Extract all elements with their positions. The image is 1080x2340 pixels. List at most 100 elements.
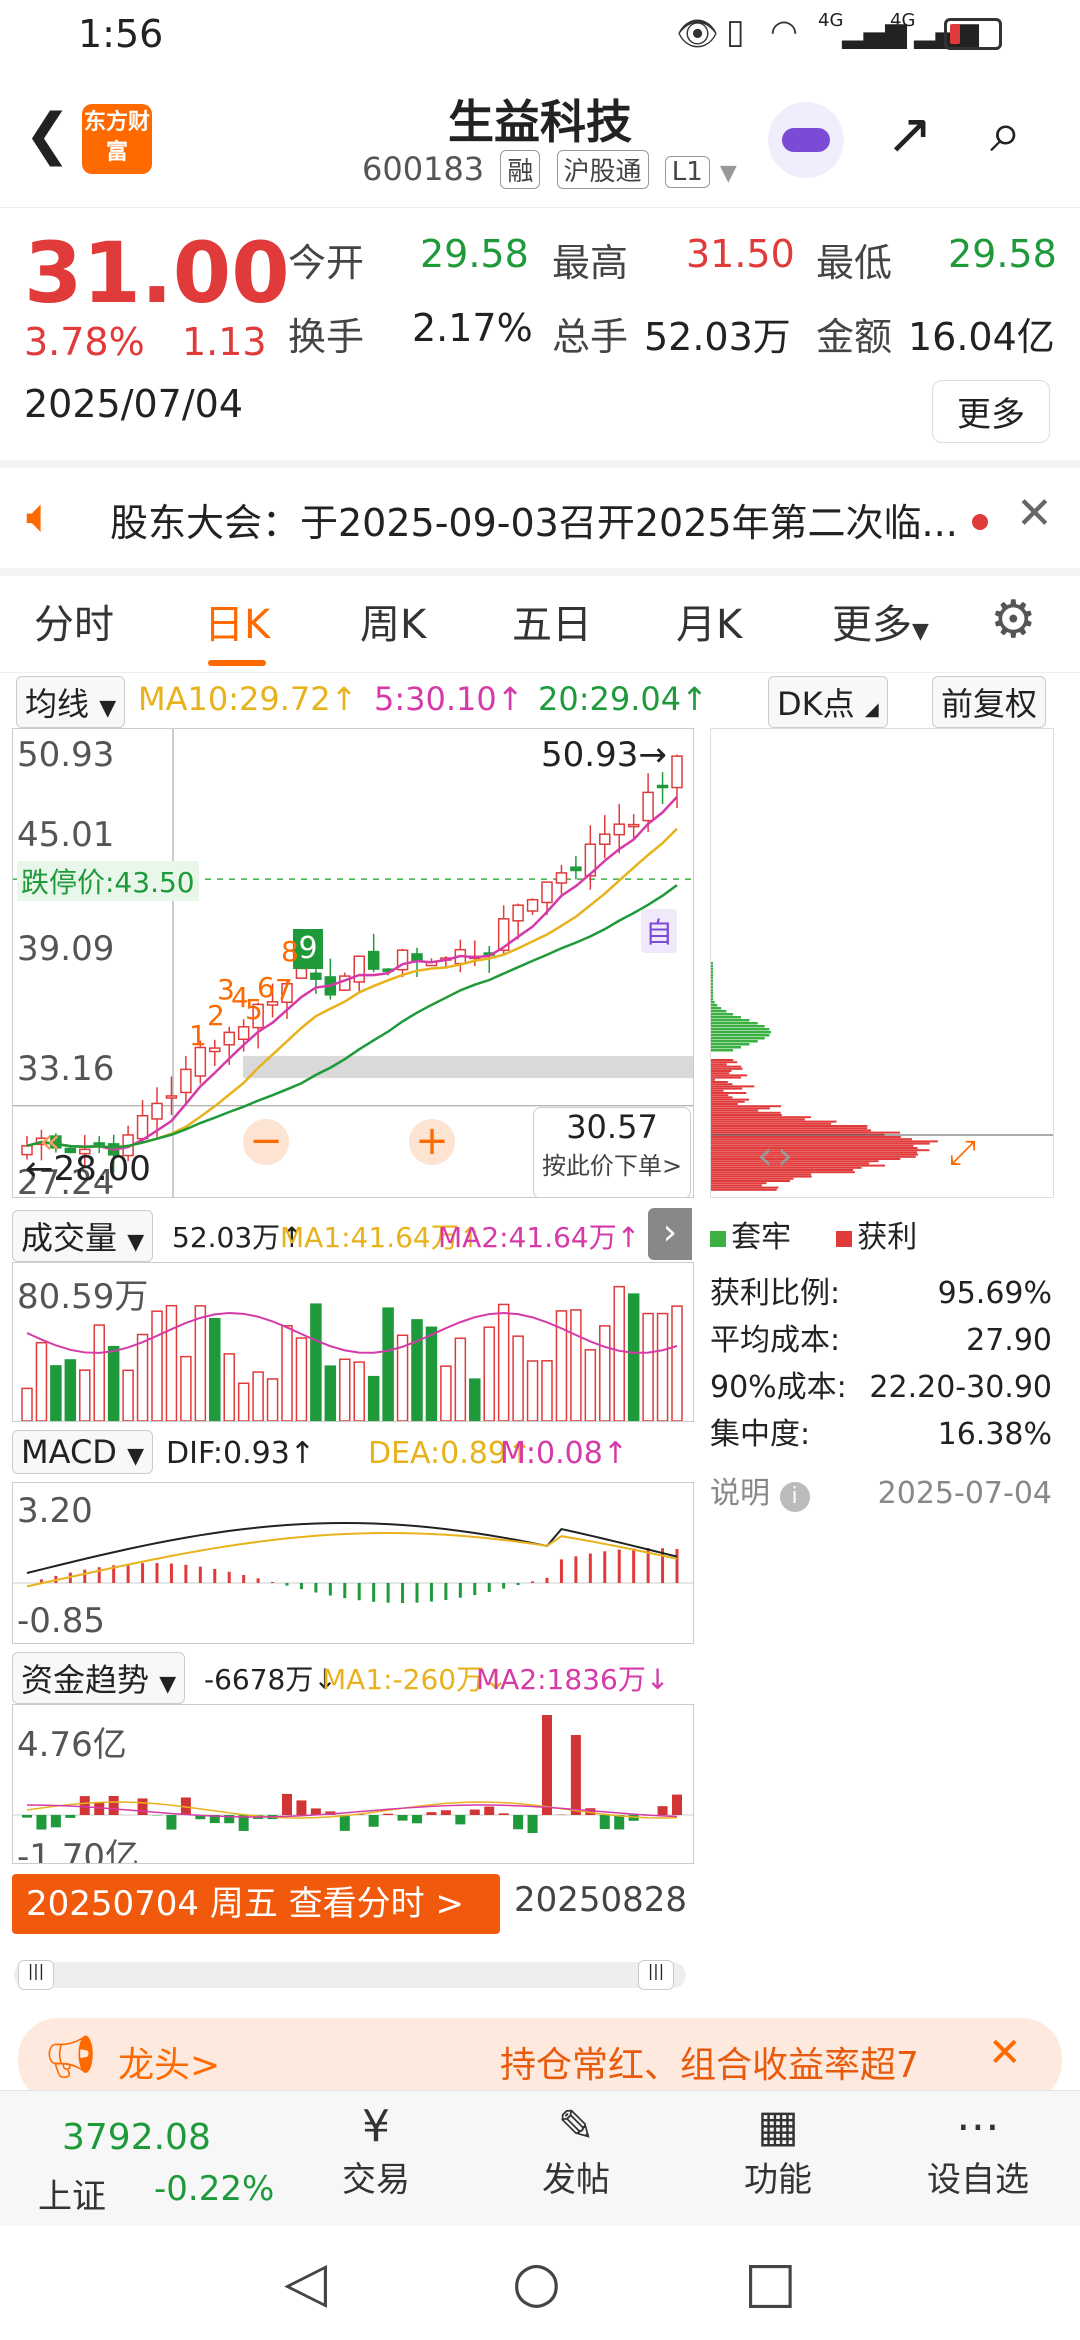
chip-bar-profit [711, 1116, 811, 1119]
volume-selector-caret-icon: ▼ [127, 1230, 145, 1255]
tab-intraday[interactable]: 分时 [34, 592, 114, 650]
chip-bar-profit [711, 1151, 917, 1154]
close-icon[interactable]: ✕ [1016, 488, 1053, 539]
macd-chart[interactable]: 3.20 -0.85 [12, 1482, 694, 1644]
adjust-button[interactable]: 前复权 [932, 676, 1047, 728]
fund-selector[interactable]: 资金趋势 ▼ [12, 1652, 186, 1704]
banner-right-text[interactable]: 持仓常红、组合收益率超7 [500, 2036, 919, 2088]
zoom-in-icon[interactable]: + [409, 1119, 455, 1165]
range-handle-right[interactable]: ||| [638, 1960, 674, 1990]
candle-body [570, 866, 582, 872]
ma-selector-caret-icon: ▼ [99, 696, 117, 721]
crosshair-order-box[interactable]: 30.57 按此价下单> [533, 1107, 691, 1197]
search-icon[interactable]: ⌕ [990, 100, 1021, 166]
nav-trade[interactable]: ¥ 交易 [316, 2101, 436, 2201]
volume-selector[interactable]: 成交量 ▼ [12, 1210, 154, 1262]
chip-bar-trapped [711, 971, 713, 974]
nav-post[interactable]: ✎ 发帖 [516, 2101, 636, 2201]
chip-bar-profit [711, 1186, 779, 1189]
nav-add-watchlist[interactable]: ⋯ 设自选 [918, 2101, 1038, 2201]
chip-bar-trapped [711, 983, 713, 986]
chip-bar-trapped [711, 1037, 765, 1040]
volume-bar [671, 1305, 683, 1421]
banner-left-text[interactable]: 龙头> [118, 2036, 220, 2088]
chip-bar-profit [711, 1158, 901, 1160]
range-handle-left[interactable]: ||| [18, 1960, 54, 1990]
ma-selector[interactable]: 均线 ▼ [16, 676, 126, 728]
view-intraday-button[interactable]: 20250704 周五 查看分时 > [12, 1874, 500, 1934]
index-name[interactable]: 上证 [38, 2169, 106, 2218]
dk-point-button[interactable]: DK点 ◢ [768, 676, 888, 728]
macd-selector[interactable]: MACD ▼ [12, 1430, 154, 1474]
chip-bar-trapped [711, 962, 713, 965]
expand-panel-icon[interactable]: › [648, 1208, 692, 1260]
stat-note-row[interactable]: 说明 i 2025-07-04 [710, 1470, 1052, 1517]
volume-bar [627, 1293, 640, 1421]
assistant-avatar[interactable] [768, 102, 844, 178]
period-tabs: 分时 日K 周K 五日 月K 更多▼ ⚙ [0, 572, 1080, 673]
kline-chart[interactable]: 50.93 45.01 39.09 33.16 27.24 跌停价:43.50 … [12, 728, 694, 1198]
index-value[interactable]: 3792.08 [62, 2117, 211, 2158]
chip-bar-profit [711, 1164, 885, 1167]
tab-more[interactable]: 更多▼ [832, 592, 929, 650]
change-value: 1.13 [182, 320, 267, 364]
system-back-icon[interactable]: ◁ [284, 2250, 327, 2315]
tab-monthly-k[interactable]: 月K [676, 592, 742, 650]
fund-chart[interactable]: 4.76亿 -1.70亿 [12, 1704, 694, 1864]
expand-icon[interactable]: ⤢ [949, 1133, 976, 1173]
notice-text[interactable]: 股东大会：于2025-09-03召开2025年第二次临... [110, 492, 958, 547]
stat-profit-ratio: 获利比例: 95.69% [710, 1270, 1052, 1317]
tab-five-day[interactable]: 五日 [512, 592, 592, 650]
ma-indicator-bar: 均线 ▼ MA10:29.72↑ 5:30.10↑ 20:29.04↑ DK点 … [0, 672, 1080, 728]
stat-profit-ratio-label: 获利比例: [710, 1276, 841, 1311]
settings-gear-icon[interactable]: ⚙ [990, 590, 1037, 650]
dk-caret-icon: ◢ [864, 699, 879, 720]
fund-ma2: MA2:1836万↓ [476, 1663, 670, 1696]
chip-prev-icon[interactable]: ‹ [757, 1133, 773, 1179]
self-select-tag[interactable]: 自 [641, 909, 678, 953]
chip-bar-trapped [711, 965, 713, 968]
network-label-2: 4G [890, 10, 916, 31]
chip-bar-profit [711, 1142, 930, 1145]
scroll-left-icon[interactable]: « [39, 1121, 61, 1162]
tab-weekly-k[interactable]: 周K [360, 592, 426, 650]
more-button[interactable]: 更多 [932, 380, 1050, 443]
macd-header: MACD ▼ DIF:0.93↑ DEA:0.89↑ M:0.08↑ [0, 1428, 700, 1480]
chip-bar-profit [711, 1114, 782, 1116]
fund-bar [455, 1815, 466, 1825]
note-label: 说明 [710, 1476, 770, 1511]
price-label-top: 50.93 [17, 735, 115, 775]
chip-distribution[interactable]: ‹ › ⤢ [710, 728, 1054, 1198]
zoom-out-icon[interactable]: − [243, 1119, 289, 1165]
index-change[interactable]: -0.22% [154, 2169, 274, 2209]
chip-bar-trapped [711, 1028, 770, 1031]
chip-bar-profit [711, 1107, 770, 1110]
limit-down-label: 跌停价:43.50 [17, 861, 199, 901]
fund-bar [570, 1735, 581, 1815]
range-scrollbar[interactable]: ||| ||| [14, 1960, 686, 1990]
notice-bar[interactable]: 🔈︎ 股东大会：于2025-09-03召开2025年第二次临... ✕ [0, 468, 1080, 576]
fund-value: -6678万↓ [204, 1663, 337, 1696]
chip-bar-trapped [711, 1013, 734, 1016]
battery-icon [944, 18, 1002, 50]
macd-top-label: 3.20 [17, 1491, 93, 1531]
nav-function[interactable]: ▦ 功能 [718, 2101, 838, 2201]
note-link[interactable]: 说明 i [710, 1470, 810, 1517]
chip-next-icon[interactable]: › [777, 1133, 793, 1179]
share-icon[interactable]: ↗ [886, 102, 933, 167]
crosshair-price: 30.57 [566, 1108, 658, 1146]
fund-bar [469, 1809, 480, 1815]
banner-close-icon[interactable]: ✕ [988, 2030, 1022, 2076]
volume-selector-label: 成交量 [21, 1219, 118, 1257]
volume-chart[interactable]: 80.59万 [12, 1262, 694, 1422]
system-home-icon[interactable]: ○ [512, 2250, 561, 2315]
amount-label: 金额 [816, 315, 893, 359]
tab-daily-k[interactable]: 日K [204, 592, 270, 666]
dropdown-icon[interactable]: ▼ [720, 161, 737, 186]
volume-bar [440, 1365, 452, 1421]
candle-body [642, 791, 654, 822]
candle-body [671, 755, 683, 789]
fund-bar [108, 1796, 119, 1815]
volume-bar [382, 1307, 394, 1421]
system-recents-icon[interactable]: □ [744, 2250, 797, 2315]
